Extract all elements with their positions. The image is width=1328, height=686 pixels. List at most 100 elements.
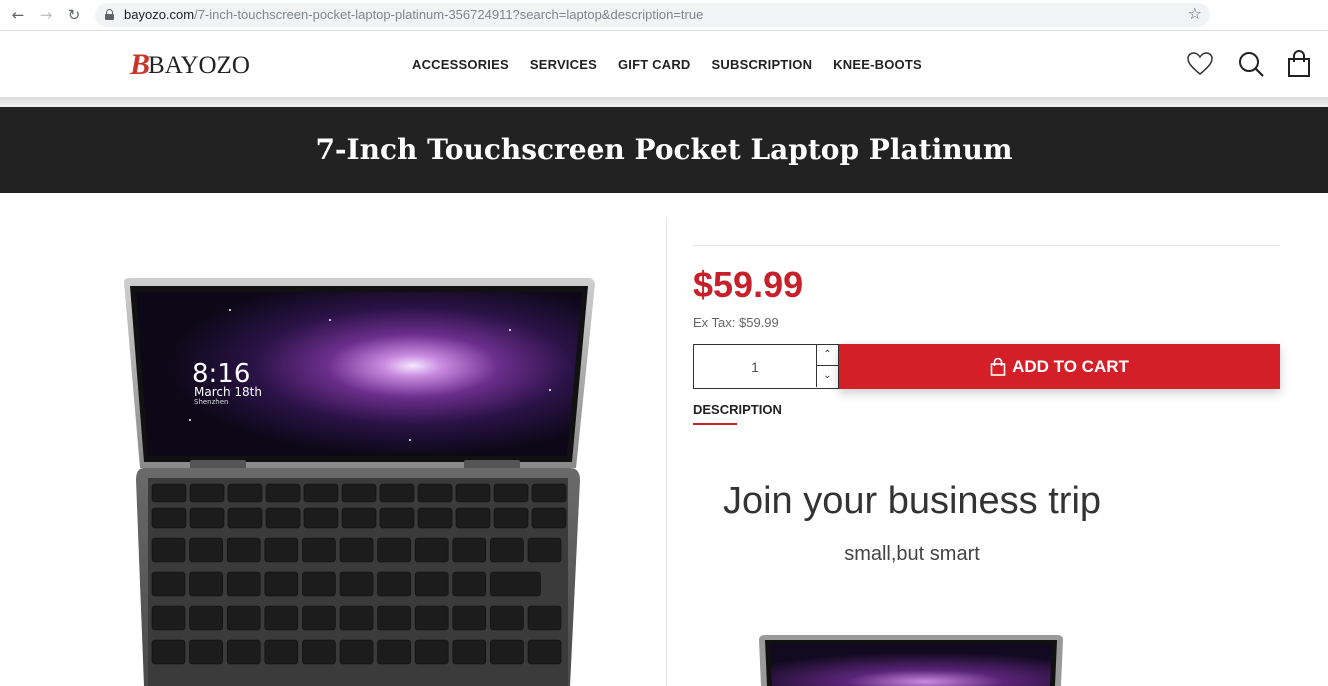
shopping-bag-icon (990, 357, 1006, 376)
keyboard-key (493, 483, 529, 503)
nav-services[interactable]: SERVICES (530, 57, 597, 72)
keyboard-key (189, 537, 223, 563)
header-shadow (0, 97, 1328, 107)
keyboard-key (414, 639, 449, 665)
keyboard-key (339, 571, 374, 597)
keyboard-key (527, 537, 562, 563)
nav-subscription[interactable]: SUBSCRIPTION (712, 57, 813, 72)
keyboard-key (303, 483, 339, 503)
nav-gift-card[interactable]: GIFT CARD (618, 57, 691, 72)
keyboard-key (189, 605, 223, 631)
keyboard-key (452, 605, 487, 631)
promo-subheading: small,but smart (844, 543, 980, 565)
product-price: $59.99 (693, 264, 804, 305)
screen-city: Shenzhen (194, 398, 228, 406)
keyboard-key (527, 605, 562, 631)
reload-icon[interactable]: ↻ (64, 5, 84, 25)
keyboard-key (264, 537, 299, 563)
keyboard-key (490, 537, 524, 563)
tab-description[interactable]: DESCRIPTION (693, 402, 782, 417)
add-to-cart-button[interactable]: ADD TO CART (839, 344, 1280, 389)
keyboard-key (455, 507, 491, 529)
keyboard-key (490, 571, 541, 597)
keyboard-key (339, 639, 374, 665)
keyboard-key (189, 507, 225, 529)
keyboard-key (151, 639, 186, 665)
nav-accessories[interactable]: ACCESSORIES (412, 57, 509, 72)
site-header: B BAYOZO ACCESSORIES SERVICES GIFT CARD … (0, 32, 1328, 98)
keyboard-key (490, 605, 524, 631)
keyboard-key (226, 639, 261, 665)
keyboard-key (452, 537, 487, 563)
keyboard-key (417, 507, 453, 529)
title-band: 7-Inch Touchscreen Pocket Laptop Platinu… (0, 107, 1328, 193)
keyboard-key (452, 571, 487, 597)
bookmark-star-icon[interactable]: ☆ (1188, 4, 1202, 23)
keyboard-key (531, 483, 567, 503)
quantity-stepper: ⌃ ⌄ (693, 344, 839, 389)
keyboard-key (189, 639, 223, 665)
keyboard-key (189, 483, 225, 503)
screen-date: March 18th (194, 385, 262, 399)
keyboard-key (302, 571, 336, 597)
keyboard-key (339, 605, 374, 631)
lock-icon (105, 9, 114, 20)
keyboard-key (414, 571, 449, 597)
promo-heading: Join your business trip (722, 480, 1102, 522)
quantity-decrease-button[interactable]: ⌄ (816, 366, 838, 387)
back-icon[interactable]: ← (8, 5, 28, 25)
forward-icon[interactable]: → (36, 5, 56, 25)
quantity-input[interactable] (694, 345, 816, 388)
promo-laptop-image (759, 635, 1063, 686)
quantity-increase-button[interactable]: ⌃ (816, 345, 838, 366)
add-to-cart-label: ADD TO CART (1012, 356, 1129, 376)
keyboard-key (227, 507, 263, 529)
keyboard-key (265, 507, 301, 529)
keyboard-key (377, 537, 411, 563)
keyboard-key (151, 537, 186, 563)
keyboard-key (189, 571, 223, 597)
keyboard-key (264, 639, 299, 665)
keyboard-key (226, 571, 261, 597)
keyboard-key (302, 605, 336, 631)
wishlist-heart-icon[interactable] (1186, 50, 1214, 78)
keyboard-key (302, 537, 336, 563)
keyboard-key (377, 571, 411, 597)
column-divider (666, 218, 667, 686)
keyboard-key (493, 507, 529, 529)
ex-tax-price: Ex Tax: $59.99 (693, 315, 779, 330)
logo[interactable]: B BAYOZO (130, 49, 250, 80)
section-divider (693, 245, 1280, 246)
keyboard-key (226, 537, 261, 563)
keyboard-key (341, 483, 377, 503)
url-text[interactable]: bayozo.com/7-inch-touchscreen-pocket-lap… (124, 7, 703, 22)
page-title: 7-Inch Touchscreen Pocket Laptop Platinu… (315, 133, 1013, 166)
keyboard-key (377, 639, 411, 665)
address-bar[interactable]: bayozo.com/7-inch-touchscreen-pocket-lap… (95, 3, 1210, 27)
keyboard-key (527, 639, 562, 665)
keyboard-key (414, 605, 449, 631)
keyboard-key (303, 507, 339, 529)
nav-knee-boots[interactable]: KNEE-BOOTS (833, 57, 922, 72)
keyboard-key (414, 537, 449, 563)
cart-bag-icon[interactable] (1286, 50, 1314, 78)
keyboard-key (341, 507, 377, 529)
tab-active-indicator (693, 423, 737, 425)
keyboard-key (264, 605, 299, 631)
keyboard-key (339, 537, 374, 563)
product-image[interactable]: 8:16 March 18th Shenzhen (110, 270, 610, 686)
main-nav: ACCESSORIES SERVICES GIFT CARD SUBSCRIPT… (412, 57, 922, 72)
keyboard-key (379, 507, 415, 529)
keyboard-key (452, 639, 487, 665)
keyboard-key (377, 605, 411, 631)
keyboard-key (151, 507, 187, 529)
keyboard-key (531, 507, 567, 529)
search-icon[interactable] (1237, 50, 1265, 78)
keyboard-key (302, 639, 336, 665)
keyboard-key (226, 605, 261, 631)
browser-toolbar: ← → ↻ bayozo.com/7-inch-touchscreen-pock… (0, 0, 1328, 31)
keyboard-key (490, 639, 524, 665)
keyboard-key (455, 483, 491, 503)
keyboard-key (151, 571, 186, 597)
keyboard-key (264, 571, 299, 597)
